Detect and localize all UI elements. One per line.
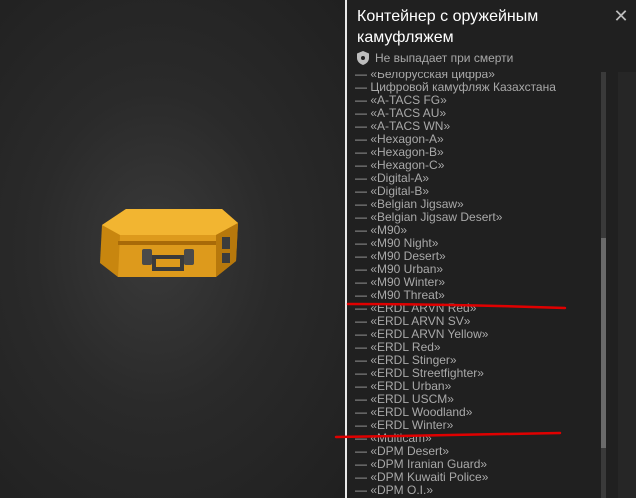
scrollbar-thumb[interactable] <box>601 238 606 448</box>
drop-status-text: Не выпадает при смерти <box>375 51 514 65</box>
scrollbar[interactable] <box>601 72 606 498</box>
panel-header: Контейнер с оружейным камуфляжем ✕ Не вы… <box>347 0 636 72</box>
drop-status: Не выпадает при смерти <box>357 50 513 66</box>
item-info-panel: Контейнер с оружейным камуфляжем ✕ Не вы… <box>347 0 636 498</box>
camo-list: — «Белорусская цифра» — Цифровой камуфляж… <box>355 72 556 497</box>
shield-icon <box>357 51 369 65</box>
close-icon[interactable]: ✕ <box>611 6 631 26</box>
item-title: Контейнер с оружейным камуфляжем <box>357 8 539 46</box>
panel-edge <box>618 72 636 498</box>
camo-list-item: — «DPM O.I.» <box>355 483 434 497</box>
weapon-case-image <box>100 209 238 277</box>
item-preview-pane <box>0 0 345 498</box>
camo-list-container[interactable]: — «Белорусская цифра» — Цифровой камуфляж… <box>347 72 636 498</box>
